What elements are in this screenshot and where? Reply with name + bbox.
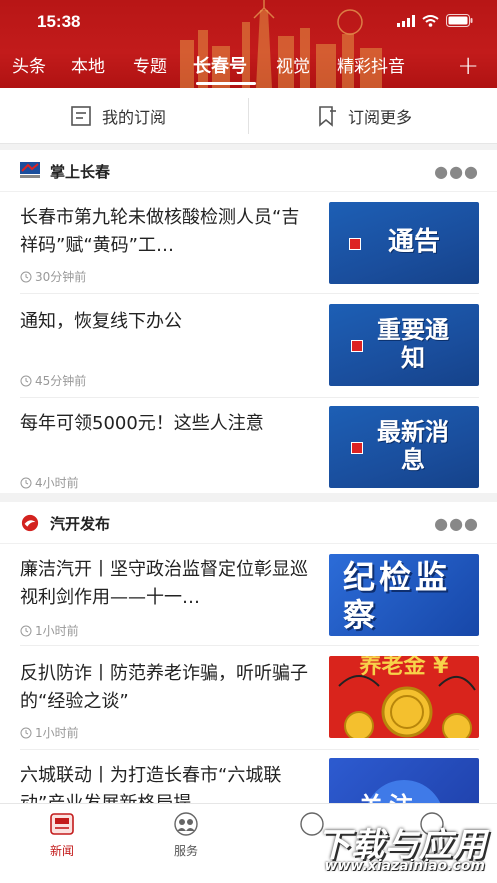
clock-icon (20, 477, 32, 488)
seal-icon (351, 340, 363, 352)
newspaper-icon (50, 813, 74, 835)
news-time: 30分钟前 (20, 268, 86, 285)
people-icon (174, 812, 198, 836)
more-options-icon[interactable]: ●●● (434, 514, 479, 533)
source-card: 汽开发布 ●●● 廉洁汽开丨坚守政治监督定位彰显巡视利剑作用——十一… 1小时前… (0, 502, 497, 803)
news-title: 每年可领5000元！这些人注意 (20, 413, 264, 434)
top-header: 15:38 头条 本地 专题 长春号 视觉 精彩抖音 + (0, 0, 497, 88)
top-tab-bar: 头条 本地 专题 长春号 视觉 精彩抖音 (0, 52, 497, 86)
thumbnail-text: 最新消息 (377, 418, 449, 474)
news-item[interactable]: 六城联动丨为打造长春市“六城联动”产业发展新格局提… 关注 (0, 750, 497, 803)
subscribe-more-label: 订阅更多 (348, 108, 413, 127)
news-item[interactable]: 通知，恢复线下办公 45分钟前 重要通知 (0, 296, 497, 398)
news-thumbnail: 养老金 ¥ (329, 656, 479, 738)
qikai-logo-icon (21, 514, 39, 532)
document-icon (71, 106, 91, 126)
bookmark-add-icon (319, 106, 336, 127)
clock-icon (20, 271, 32, 282)
thumbnail-text: 通告 (387, 227, 440, 258)
thumbnail-text: 纪检监察 (343, 558, 452, 634)
status-bar: 15:38 (0, 10, 497, 36)
thumbnail-text: 关注 (359, 786, 419, 803)
news-time: 1小时前 (20, 622, 79, 639)
news-item[interactable]: 长春市第九轮未做核酸检测人员“吉祥码”赋“黄码”工… 30分钟前 通告 (0, 192, 497, 294)
news-time-text: 30分钟前 (35, 270, 87, 284)
source-name: 汽开发布 (50, 515, 111, 533)
news-title: 反扒防诈丨防范养老诈骗，听听骗子的“经验之谈” (20, 663, 308, 712)
signal-icon (397, 14, 415, 27)
source-card: 掌上长春 ●●● 长春市第九轮未做核酸检测人员“吉祥码”赋“黄码”工… 30分钟… (0, 150, 497, 493)
seal-icon (349, 238, 361, 250)
news-time: 45分钟前 (20, 372, 86, 389)
news-time-text: 45分钟前 (35, 374, 87, 388)
tab-local[interactable]: 本地 (71, 52, 105, 82)
news-title: 六城联动丨为打造长春市“六城联动”产业发展新格局提… (20, 765, 282, 803)
nav-services[interactable]: 服务 (156, 812, 216, 859)
news-time: 1小时前 (20, 724, 79, 741)
thumbnail-text: 重要通知 (377, 316, 449, 372)
news-thumbnail: 关注 (329, 758, 479, 803)
nav-news-label: 新闻 (49, 844, 74, 858)
tab-changchun-hao[interactable]: 长春号 (193, 52, 247, 82)
nav-services-label: 服务 (173, 844, 198, 858)
separator (20, 645, 479, 646)
news-thumbnail: 纪检监察 (329, 554, 479, 636)
my-subscriptions-label: 我的订阅 (102, 108, 167, 127)
status-time: 15:38 (37, 12, 81, 31)
watermark-url: www.xiazainiao.com (324, 858, 485, 874)
my-subscriptions-button[interactable]: 我的订阅 (70, 88, 166, 144)
subscription-bar: 我的订阅 订阅更多 (0, 88, 497, 144)
battery-icon (446, 14, 473, 27)
divider (248, 98, 249, 134)
tab-douyin[interactable]: 精彩抖音 (337, 52, 405, 82)
clock-icon (20, 727, 32, 738)
tab-topics[interactable]: 专题 (133, 52, 167, 82)
news-time-text: 4小时前 (35, 476, 79, 490)
seal-icon (351, 442, 363, 454)
news-item[interactable]: 反扒防诈丨防范养老诈骗，听听骗子的“经验之谈” 1小时前 养老金 ¥ (0, 648, 497, 750)
subscribe-more-button[interactable]: 订阅更多 (316, 88, 412, 144)
active-tab-indicator (196, 82, 256, 85)
wifi-icon (422, 14, 439, 27)
coin-illustration (338, 675, 476, 738)
separator (20, 293, 479, 294)
zhangshang-changchun-logo-icon (20, 162, 40, 178)
news-thumbnail: 通告 (329, 202, 479, 284)
source-header[interactable]: 掌上长春 ●●● (0, 150, 497, 192)
news-title: 通知，恢复线下办公 (20, 311, 182, 332)
news-item[interactable]: 廉洁汽开丨坚守政治监督定位彰显巡视利剑作用——十一… 1小时前 纪检监察 (0, 544, 497, 646)
clock-icon (20, 375, 32, 386)
news-thumbnail: 重要通知 (329, 304, 479, 386)
news-thumbnail: 最新消息 (329, 406, 479, 488)
nav-news[interactable]: 新闻 (32, 812, 92, 859)
clock-icon (20, 625, 32, 636)
source-name: 掌上长春 (50, 163, 111, 181)
news-title: 长春市第九轮未做核酸检测人员“吉祥码”赋“黄码”工… (20, 207, 300, 256)
news-time: 4小时前 (20, 474, 79, 491)
news-time-text: 1小时前 (35, 726, 79, 740)
watermark: 下载与应用 www.xiazainiao.com (291, 818, 491, 880)
more-options-icon[interactable]: ●●● (434, 162, 479, 181)
news-time-text: 1小时前 (35, 624, 79, 638)
source-header[interactable]: 汽开发布 ●●● (0, 502, 497, 544)
news-title: 廉洁汽开丨坚守政治监督定位彰显巡视利剑作用——十一… (20, 559, 308, 608)
add-channel-button[interactable]: + (457, 52, 479, 80)
news-item[interactable]: 每年可领5000元！这些人注意 4小时前 最新消息 (0, 398, 497, 500)
tab-visual[interactable]: 视觉 (276, 52, 310, 82)
tab-headlines[interactable]: 头条 (12, 52, 46, 82)
